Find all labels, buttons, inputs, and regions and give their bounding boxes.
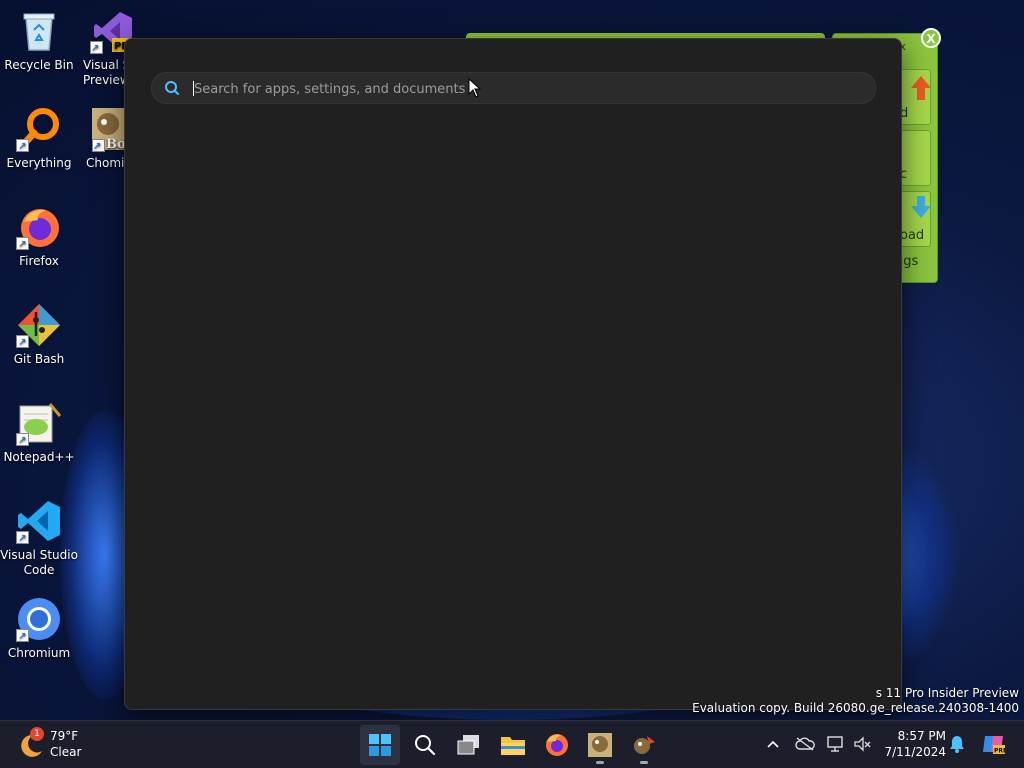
desktop-icon-label: Git Bash xyxy=(13,352,65,366)
shortcut-arrow-icon: ↗ xyxy=(16,531,29,544)
desktop-icon-label: Everything xyxy=(6,156,72,170)
weather-condition: Clear xyxy=(50,745,82,759)
desktop-icon-label: Firefox xyxy=(19,254,59,268)
desktop-icon-label: Notepad++ xyxy=(3,450,75,464)
weather-widget[interactable]: 1 79°F Clear xyxy=(18,727,88,763)
volume-muted-icon xyxy=(854,736,871,752)
taskbar-search-button[interactable] xyxy=(405,725,445,765)
desktop-icon-label: Recycle Bin xyxy=(4,58,74,72)
copilot-button[interactable]: PRE xyxy=(980,733,1006,755)
shortcut-arrow-icon: ↗ xyxy=(16,433,29,446)
file-explorer-button[interactable] xyxy=(493,725,533,765)
task-view-button[interactable] xyxy=(449,725,489,765)
app-taskbar-button[interactable] xyxy=(624,725,664,765)
recycle-bin-icon xyxy=(16,8,62,54)
notifications-button[interactable] xyxy=(946,733,968,755)
clock-date: 7/11/2024 xyxy=(884,745,946,759)
desktop-icon-recycle-bin[interactable]: Recycle Bin xyxy=(0,2,78,73)
notepad-plus-plus-icon: ↗ xyxy=(16,400,62,446)
git-bash-icon: ↗ xyxy=(16,302,62,348)
search-input[interactable] xyxy=(192,76,836,102)
chromium-icon: ↗ xyxy=(16,596,62,642)
text-caret xyxy=(193,81,194,96)
widget-tile-label: oad xyxy=(900,228,925,243)
chevron-up-icon xyxy=(767,740,779,748)
clock-time: 8:57 PM xyxy=(897,729,946,743)
network-icon xyxy=(827,736,843,752)
shortcut-arrow-icon: ↗ xyxy=(16,237,29,250)
running-indicator xyxy=(640,761,648,764)
desktop-icon-everything[interactable]: ↗ Everything xyxy=(0,100,78,171)
show-hidden-icons-button[interactable] xyxy=(762,733,784,755)
shortcut-arrow-icon: ↗ xyxy=(16,139,29,152)
weather-badge: 1 xyxy=(30,727,44,741)
watermark-edition: s 11 Pro Insider Preview xyxy=(875,686,1019,700)
volume-tray[interactable] xyxy=(851,733,873,755)
chomikbox-icon: Bo ↗ xyxy=(92,106,124,152)
chomikbox-taskbar-button[interactable] xyxy=(580,725,620,765)
task-view-icon xyxy=(457,735,479,755)
desktop-icon-label: Chomikbox xyxy=(86,156,124,170)
desktop-icon-vscode[interactable]: ↗ Visual Studio Code xyxy=(0,492,78,578)
running-indicator xyxy=(596,761,604,764)
mouse-pointer-icon xyxy=(468,78,482,98)
desktop-icon-label: Chromium xyxy=(7,646,71,660)
desktop-icon-git-bash[interactable]: ↗ Git Bash xyxy=(0,296,78,367)
app-icon xyxy=(634,736,655,754)
desktop-icon-label: Visual Studio Code xyxy=(0,548,78,577)
search-icon xyxy=(165,81,179,95)
everything-icon: ↗ xyxy=(16,106,62,152)
widget-close-button[interactable]: X xyxy=(921,28,941,48)
shortcut-arrow-icon: ↗ xyxy=(90,41,103,54)
firefox-icon: ↗ xyxy=(16,204,62,250)
onedrive-tray[interactable] xyxy=(794,733,816,755)
vscode-icon: ↗ xyxy=(16,498,62,544)
start-button[interactable] xyxy=(360,725,400,765)
taskbar: 1 79°F Clear 8:57 PM 7/11/2024 PR xyxy=(0,720,1024,768)
network-tray[interactable] xyxy=(825,733,847,755)
clock[interactable]: 8:57 PM 7/11/2024 xyxy=(880,728,946,760)
svg-text:PRE: PRE xyxy=(994,748,1005,755)
copilot-icon: PRE xyxy=(983,736,1005,755)
svg-text:Bo: Bo xyxy=(106,137,124,152)
desktop-icon-chromium[interactable]: ↗ Chromium xyxy=(0,590,78,661)
firefox-taskbar-button[interactable] xyxy=(537,725,577,765)
search-icon xyxy=(415,735,436,756)
desktop-icon-notepad-plus-plus[interactable]: ↗ Notepad++ xyxy=(0,394,78,465)
shortcut-arrow-icon: ↗ xyxy=(16,335,29,348)
firefox-icon xyxy=(546,734,568,756)
start-icon xyxy=(369,734,391,756)
bell-icon xyxy=(950,736,964,753)
desktop-icon-firefox[interactable]: ↗ Firefox xyxy=(0,198,78,269)
cloud-off-icon xyxy=(795,737,815,751)
desktop-icon-chomikbox[interactable]: Bo ↗ Chomikbox xyxy=(82,100,124,171)
weather-temperature: 79°F xyxy=(50,729,79,743)
search-panel xyxy=(124,38,902,710)
chomikbox-icon xyxy=(588,733,612,757)
search-bar[interactable] xyxy=(151,72,876,104)
shortcut-arrow-icon: ↗ xyxy=(16,629,29,642)
watermark-build: Evaluation copy. Build 26080.ge_release.… xyxy=(692,701,1019,715)
file-explorer-icon xyxy=(501,737,525,755)
shortcut-arrow-icon: ↗ xyxy=(92,139,105,152)
